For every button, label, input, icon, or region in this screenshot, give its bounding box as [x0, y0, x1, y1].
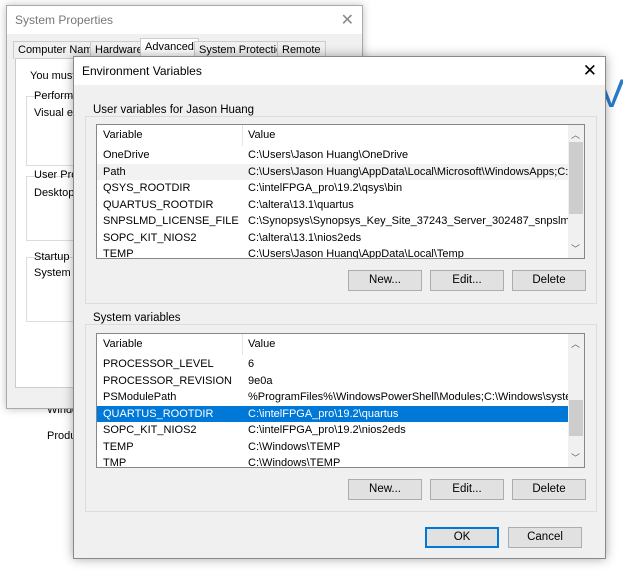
variable-name: PROCESSOR_LEVEL [103, 358, 214, 370]
variable-name: PSModulePath [103, 391, 177, 403]
system-variables-label: System variables [90, 312, 184, 324]
table-row[interactable]: QUARTUS_ROOTDIR C:\intelFPGA_pro\19.2\qua… [97, 405, 569, 422]
user-variables-list[interactable]: Variable Value OneDrive C:\Users\Jason Hu… [96, 124, 585, 259]
column-value[interactable]: Value [248, 338, 275, 350]
scroll-up-icon[interactable]: ︿ [571, 128, 580, 141]
table-row[interactable]: PSModulePath %ProgramFiles%\WindowsPowerS… [97, 389, 581, 405]
scrollbar[interactable]: ︿ ﹀ [568, 334, 584, 467]
close-icon[interactable]: ✕ [341, 10, 354, 30]
variable-name: QUARTUS_ROOTDIR [103, 198, 214, 211]
variable-value: C:\Users\Jason Huang\AppData\Local\Micro… [248, 165, 581, 178]
table-row[interactable]: TMP C:\Windows\TEMP [97, 455, 569, 468]
table-row[interactable]: Path C:\Users\Jason Huang\AppData\Local\M… [97, 163, 581, 180]
table-row[interactable]: OneDrive C:\Users\Jason Huang\OneDrive [97, 147, 569, 163]
table-row[interactable]: SOPC_KIT_NIOS2 C:\intelFPGA_pro\19.2\nios… [97, 422, 569, 438]
variable-name: SOPC_KIT_NIOS2 [103, 424, 197, 436]
user-edit-button[interactable]: Edit... [430, 270, 504, 291]
system-properties-title: System Properties [7, 6, 362, 34]
table-row[interactable]: PROCESSOR_LEVEL 6 [97, 356, 569, 372]
table-row[interactable]: QSYS_ROOTDIR C:\intelFPGA_pro\19.2\qsys\b… [97, 180, 569, 196]
variable-value: %ProgramFiles%\WindowsPowerShell\Modules… [248, 391, 581, 403]
variable-value: C:\Windows\TEMP [248, 457, 341, 468]
variable-name: SNPSLMD_LICENSE_FILE [103, 215, 239, 227]
table-row[interactable]: QUARTUS_ROOTDIR C:\altera\13.1\quartus [97, 197, 569, 213]
table-row[interactable]: TEMP C:\Windows\TEMP [97, 439, 569, 455]
variable-name: Path [103, 165, 126, 178]
close-icon[interactable]: ✕ [583, 61, 597, 81]
variable-value: C:\Windows\TEMP [248, 440, 341, 453]
background-product-label: Produ [47, 430, 77, 442]
ok-button[interactable]: OK [425, 527, 499, 548]
system-new-button[interactable]: New... [348, 479, 422, 500]
variable-value: C:\Users\Jason Huang\OneDrive [248, 149, 409, 161]
scroll-down-icon[interactable]: ﹀ [571, 242, 580, 255]
system-delete-button[interactable]: Delete [512, 479, 586, 500]
table-row[interactable]: PROCESSOR_REVISION 9e0a [97, 373, 569, 389]
scroll-up-icon[interactable]: ︿ [571, 337, 580, 350]
user-variables-label: User variables for Jason Huang [90, 104, 258, 116]
variable-name: OneDrive [103, 149, 150, 161]
variable-name: QSYS_ROOTDIR [103, 182, 191, 194]
variable-name: PROCESSOR_REVISION [103, 374, 232, 387]
table-row[interactable]: SNPSLMD_LICENSE_FILE C:\Synopsys\Synopsys… [97, 213, 584, 229]
variable-name: TEMP [103, 440, 134, 453]
table-row[interactable]: TEMP C:\Users\Jason Huang\AppData\Local\T… [97, 246, 569, 259]
user-new-button[interactable]: New... [348, 270, 422, 291]
scroll-thumb[interactable] [569, 400, 583, 436]
variable-value: C:\intelFPGA_pro\19.2\quartus [248, 407, 399, 420]
variable-value: 6 [248, 358, 255, 370]
system-edit-button[interactable]: Edit... [430, 479, 504, 500]
variable-value: C:\Users\Jason Huang\AppData\Local\Temp [248, 248, 464, 259]
variable-value: C:\altera\13.1\quartus [248, 198, 354, 211]
variable-value: 9e0a [248, 374, 273, 387]
variable-name: SOPC_KIT_NIOS2 [103, 231, 197, 244]
variable-name: TMP [103, 457, 127, 468]
scrollbar[interactable]: ︿ ﹀ [568, 125, 584, 258]
system-variables-list[interactable]: Variable Value PROCESSOR_LEVEL 6 PROCESSOR… [96, 333, 585, 468]
column-value[interactable]: Value [248, 129, 275, 141]
variable-value: C:\Synopsys\Synopsys_Key_Site_37243_Serv… [248, 215, 585, 227]
scroll-thumb[interactable] [569, 142, 583, 214]
variable-value: C:\intelFPGA_pro\19.2\nios2eds [248, 424, 406, 436]
table-row[interactable]: SOPC_KIT_NIOS2 C:\altera\13.1\nios2eds [97, 230, 569, 246]
column-variable[interactable]: Variable [103, 338, 143, 350]
list-header: Variable Value [97, 334, 569, 355]
environment-variables-dialog: Environment Variables ✕ User variables f… [73, 56, 606, 559]
scroll-down-icon[interactable]: ﹀ [571, 451, 580, 464]
variable-name: QUARTUS_ROOTDIR [103, 407, 214, 420]
column-variable[interactable]: Variable [103, 129, 143, 141]
variable-name: TEMP [103, 248, 134, 259]
user-delete-button[interactable]: Delete [512, 270, 586, 291]
dialog-title: Environment Variables [74, 57, 605, 85]
list-header: Variable Value [97, 125, 569, 146]
variable-value: C:\intelFPGA_pro\19.2\qsys\bin [248, 182, 403, 194]
variable-value: C:\altera\13.1\nios2eds [248, 231, 362, 244]
cancel-button[interactable]: Cancel [508, 527, 582, 548]
